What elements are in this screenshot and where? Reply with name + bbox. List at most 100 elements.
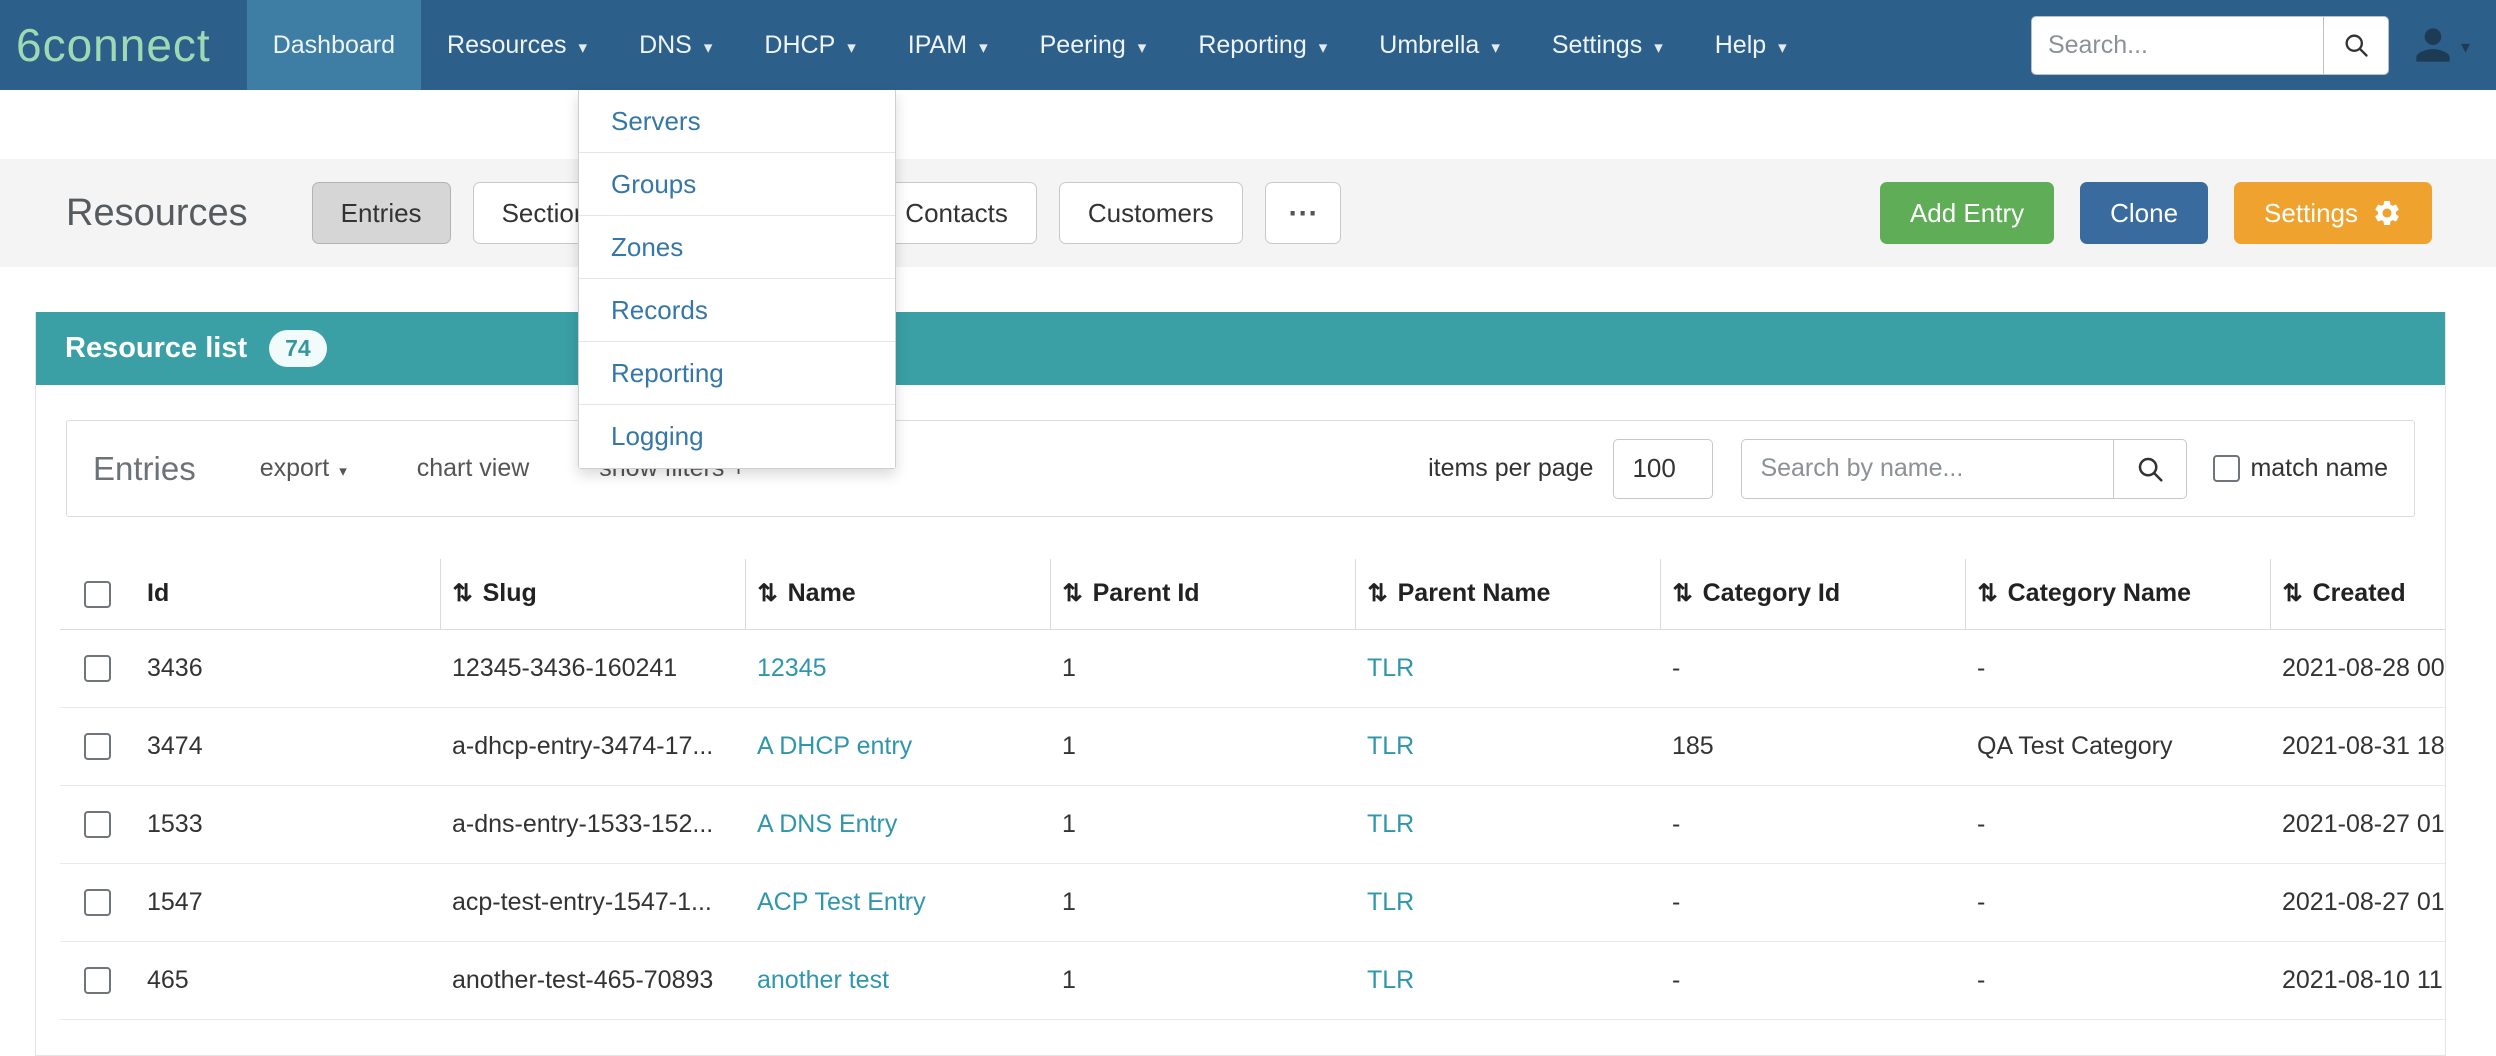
global-search-button[interactable] [2323, 16, 2389, 75]
add-entry-label: Add Entry [1910, 198, 2024, 229]
column-header-parent-id[interactable]: ⇅ Parent Id [1050, 559, 1355, 629]
sort-icon: ⇅ [453, 580, 473, 607]
cell-slug: another-test-465-70893 [440, 941, 745, 1019]
cell-category-id: - [1660, 629, 1965, 707]
table-header-row: Id ⇅ Slug ⇅ Name ⇅ Parent Id [60, 559, 2446, 629]
cell-parent-id: 1 [1050, 785, 1355, 863]
nav-item-ipam[interactable]: IPAM ▾ [882, 0, 1014, 90]
row-checkbox[interactable] [84, 733, 111, 760]
nav-item-label: DNS [639, 31, 692, 60]
tab-entries[interactable]: Entries [312, 182, 451, 244]
column-header-category-id[interactable]: ⇅ Category Id [1660, 559, 1965, 629]
nav-item-label: Reporting [1198, 31, 1306, 60]
top-navbar: 6connect Dashboard Resources ▾ DNS ▾ DHC… [0, 0, 2496, 90]
cell-name-link[interactable]: another test [745, 941, 1050, 1019]
column-header-parent-name[interactable]: ⇅Parent Name [1355, 559, 1660, 629]
nav-item-resources[interactable]: Resources ▾ [421, 0, 613, 90]
menu-item-servers[interactable]: Servers [579, 90, 895, 153]
settings-label: Settings [2264, 198, 2358, 229]
menu-item-reporting[interactable]: Reporting [579, 342, 895, 405]
row-checkbox[interactable] [84, 811, 111, 838]
column-header-id: Id [135, 559, 440, 629]
column-label: Slug [483, 579, 537, 607]
cell-category-name: - [1965, 863, 2270, 941]
sort-icon: ⇅ [1063, 580, 1083, 607]
nav-item-dhcp[interactable]: DHCP ▾ [738, 0, 881, 90]
select-all-checkbox[interactable] [84, 581, 111, 608]
tab-contacts[interactable]: Contacts [876, 182, 1037, 244]
cell-parent-name-link[interactable]: TLR [1355, 863, 1660, 941]
row-checkbox[interactable] [84, 889, 111, 916]
cell-name-link[interactable]: A DNS Entry [745, 785, 1050, 863]
menu-item-zones[interactable]: Zones [579, 216, 895, 279]
cell-created: 2021-08-31 18 [2270, 707, 2446, 785]
cell-parent-name-link[interactable]: TLR [1355, 629, 1660, 707]
nav-item-label: Resources [447, 31, 567, 60]
cell-slug: 12345-3436-160241 [440, 629, 745, 707]
cell-name-link[interactable]: 12345 [745, 629, 1050, 707]
name-search-input[interactable] [1741, 439, 2113, 499]
name-search-button[interactable] [2113, 439, 2187, 499]
menu-item-records[interactable]: Records [579, 279, 895, 342]
nav-item-dashboard[interactable]: Dashboard [247, 0, 421, 90]
panel-title: Resource list [65, 332, 247, 365]
navbar-right: ▾ [2031, 0, 2496, 90]
cell-parent-id: 1 [1050, 629, 1355, 707]
cell-parent-name-link[interactable]: TLR [1355, 707, 1660, 785]
export-menu[interactable]: export ▾ [260, 454, 347, 483]
entries-toolbar: Entries export ▾ chart view show filters… [66, 420, 2415, 517]
menu-item-logging[interactable]: Logging [579, 405, 895, 468]
panel-body: Entries export ▾ chart view show filters… [36, 420, 2445, 1020]
items-per-page-input[interactable] [1613, 439, 1713, 499]
nav-item-label: Umbrella [1379, 31, 1479, 60]
settings-button[interactable]: Settings [2234, 182, 2432, 244]
cell-name-link[interactable]: ACP Test Entry [745, 863, 1050, 941]
global-search [2031, 16, 2389, 75]
nav-item-umbrella[interactable]: Umbrella ▾ [1353, 0, 1526, 90]
user-menu[interactable]: ▾ [2413, 25, 2470, 65]
column-label: Category Id [1703, 579, 1841, 607]
chevron-down-icon: ▾ [1138, 39, 1147, 56]
nav-item-help[interactable]: Help ▾ [1689, 0, 1813, 90]
global-search-input[interactable] [2031, 16, 2323, 75]
cell-created: 2021-08-28 00 [2270, 629, 2446, 707]
add-entry-button[interactable]: Add Entry [1880, 182, 2054, 244]
cell-parent-id: 1 [1050, 707, 1355, 785]
nav-item-peering[interactable]: Peering ▾ [1014, 0, 1173, 90]
column-label: Parent Id [1093, 579, 1200, 607]
row-checkbox[interactable] [84, 655, 111, 682]
nav-item-settings[interactable]: Settings ▾ [1526, 0, 1689, 90]
column-header-name[interactable]: ⇅ Name [745, 559, 1050, 629]
more-tabs-button[interactable]: ⋯ [1265, 182, 1341, 244]
logo[interactable]: 6connect [0, 0, 247, 90]
chart-view-link[interactable]: chart view [417, 454, 530, 483]
row-checkbox[interactable] [84, 967, 111, 994]
column-header-category-name[interactable]: ⇅Category Name [1965, 559, 2270, 629]
cell-created: 2021-08-27 01 [2270, 863, 2446, 941]
cell-parent-name-link[interactable]: TLR [1355, 785, 1660, 863]
table-row: 1547 acp-test-entry-1547-1... ACP Test E… [60, 863, 2446, 941]
column-label: Name [788, 579, 856, 607]
column-header-slug[interactable]: ⇅ Slug [440, 559, 745, 629]
sort-icon: ⇅ [1673, 580, 1693, 607]
chevron-down-icon: ▾ [1319, 39, 1328, 56]
nav-item-reporting[interactable]: Reporting ▾ [1172, 0, 1353, 90]
match-name-checkbox[interactable] [2213, 455, 2240, 482]
table-row: 3474 a-dhcp-entry-3474-17... A DHCP entr… [60, 707, 2446, 785]
chevron-down-icon: ▾ [1778, 39, 1787, 56]
main-nav: Dashboard Resources ▾ DNS ▾ DHCP ▾ IPAM … [247, 0, 1813, 90]
sort-icon: ⇅ [758, 580, 778, 607]
name-search [1741, 439, 2187, 499]
nav-item-dns[interactable]: DNS ▾ [613, 0, 738, 90]
cell-name-link[interactable]: A DHCP entry [745, 707, 1050, 785]
chevron-down-icon: ▾ [979, 39, 988, 56]
menu-item-groups[interactable]: Groups [579, 153, 895, 216]
cell-id: 3436 [135, 629, 440, 707]
nav-item-label: Dashboard [273, 31, 395, 60]
cell-created: 2021-08-10 11 [2270, 941, 2446, 1019]
tab-customers[interactable]: Customers [1059, 182, 1243, 244]
cell-parent-name-link[interactable]: TLR [1355, 941, 1660, 1019]
clone-button[interactable]: Clone [2080, 182, 2208, 244]
column-header-created[interactable]: ⇅Created [2270, 559, 2446, 629]
match-name-option: match name [2213, 454, 2388, 483]
